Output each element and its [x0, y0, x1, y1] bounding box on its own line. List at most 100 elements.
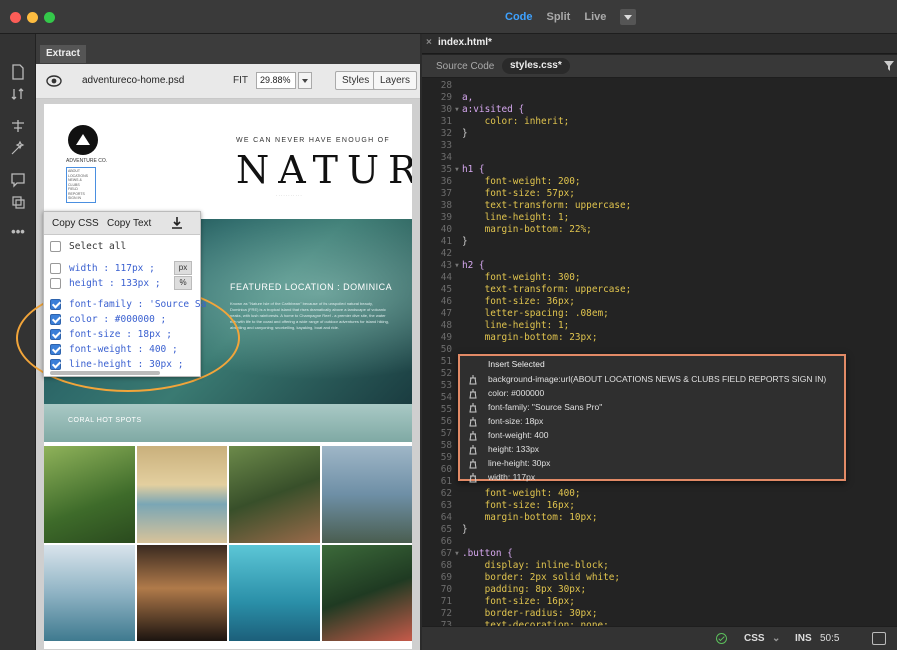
hint-item[interactable]: background-image:url(ABOUT LOCATIONS NEW…	[460, 373, 844, 387]
popup-scrollbar[interactable]	[50, 371, 160, 375]
code-line[interactable]: 61	[422, 476, 462, 488]
code-line[interactable]: 71 font-size: 16px;	[422, 596, 575, 608]
code-line[interactable]: 41 }	[422, 236, 468, 248]
code-line[interactable]: 69 border: 2px solid white;	[422, 572, 620, 584]
code-line[interactable]: 40 margin-bottom: 22%;	[422, 224, 592, 236]
styles-css-tab[interactable]: styles.css*	[502, 58, 570, 74]
zoom-input[interactable]: 29.88%	[256, 72, 296, 89]
fold-arrow-icon[interactable]: ▾	[452, 164, 462, 176]
eye-icon[interactable]	[46, 74, 62, 88]
code-line[interactable]: 42	[422, 248, 462, 260]
close-window-button[interactable]	[10, 12, 21, 23]
property-row[interactable]: height : 133px ;	[50, 276, 161, 291]
more-tools-icon[interactable]: •••	[10, 224, 26, 240]
code-line[interactable]: 38 text-transform: uppercase;	[422, 200, 632, 212]
fold-arrow-icon[interactable]: ▾	[452, 260, 462, 272]
zoom-dropdown-button[interactable]	[298, 72, 312, 89]
code-area[interactable]: 28 29 a, 30 ▾ a:visited {31 color: inherit;…	[422, 78, 897, 626]
code-line[interactable]: 37 font-size: 57px;	[422, 188, 575, 200]
property-checkbox[interactable]	[50, 299, 61, 310]
code-line[interactable]: 49 margin-bottom: 23px;	[422, 332, 598, 344]
copy-css-button[interactable]: Copy CSS	[52, 218, 99, 229]
language-selector[interactable]: CSS	[744, 633, 765, 644]
code-line[interactable]: 72 border-radius: 30px;	[422, 608, 598, 620]
code-line[interactable]: 32 }	[422, 128, 468, 140]
property-checkbox[interactable]	[50, 263, 61, 274]
property-row[interactable]: color : #000000 ;	[50, 312, 166, 327]
hint-item[interactable]: font-size: 18px	[460, 415, 844, 429]
code-line[interactable]: 35 ▾ h1 {	[422, 164, 485, 176]
code-line[interactable]: 57	[422, 428, 462, 440]
code-line[interactable]: 36 font-weight: 200;	[422, 176, 581, 188]
code-line[interactable]: 70 padding: 8px 30px;	[422, 584, 586, 596]
close-tab-icon[interactable]: ×	[426, 37, 432, 48]
hint-item[interactable]: color: #000000	[460, 387, 844, 401]
property-row[interactable]: width : 117px ;	[50, 261, 155, 276]
code-line[interactable]: 39 line-height: 1;	[422, 212, 570, 224]
code-line[interactable]: 28	[422, 80, 462, 92]
code-line[interactable]: 55	[422, 404, 462, 416]
code-line[interactable]: 67 ▾ .button {	[422, 548, 513, 560]
code-line[interactable]: 44 font-weight: 300;	[422, 272, 581, 284]
code-line[interactable]: 47 letter-spacing: .08em;	[422, 308, 609, 320]
insert-mode[interactable]: INS	[795, 633, 812, 644]
code-line[interactable]: 59	[422, 452, 462, 464]
code-line[interactable]: 33	[422, 140, 462, 152]
property-row[interactable]: font-size : 18px ;	[50, 327, 172, 342]
hint-item[interactable]: font-family: "Source Sans Pro"	[460, 401, 844, 415]
styles-button[interactable]: Styles	[335, 71, 377, 90]
layers-button[interactable]: Layers	[373, 71, 418, 90]
code-line[interactable]: 64 margin-bottom: 10px;	[422, 512, 598, 524]
no-errors-icon[interactable]	[716, 633, 727, 644]
new-file-icon[interactable]	[10, 64, 26, 80]
code-line[interactable]: 54	[422, 392, 462, 404]
code-line[interactable]: 50	[422, 344, 462, 356]
sort-arrows-icon[interactable]	[10, 86, 26, 102]
copy-text-button[interactable]: Copy Text	[107, 218, 151, 229]
minimize-window-button[interactable]	[27, 12, 38, 23]
select-all-row[interactable]: Select all	[50, 239, 126, 254]
code-line[interactable]: 56	[422, 416, 462, 428]
download-icon[interactable]	[171, 216, 183, 230]
code-line[interactable]: 46 font-size: 36px;	[422, 296, 575, 308]
code-line[interactable]: 45 text-transform: uppercase;	[422, 284, 632, 296]
filter-icon[interactable]	[884, 61, 894, 71]
unit-percent-button[interactable]: %	[174, 276, 192, 290]
code-line[interactable]: 52	[422, 368, 462, 380]
code-line[interactable]: 58	[422, 440, 462, 452]
code-view-button[interactable]: Code	[505, 11, 533, 23]
property-row[interactable]: font-weight : 400 ;	[50, 342, 178, 357]
snippets-icon[interactable]	[10, 194, 26, 210]
chevron-down-icon[interactable]: ⌄	[772, 633, 780, 644]
code-line[interactable]: 30 ▾ a:visited {	[422, 104, 524, 116]
code-line[interactable]: 60	[422, 464, 462, 476]
code-line[interactable]: 66	[422, 536, 462, 548]
select-all-checkbox[interactable]	[50, 241, 61, 252]
fold-arrow-icon[interactable]: ▾	[452, 104, 462, 116]
live-dropdown-button[interactable]	[620, 9, 637, 25]
wand-icon[interactable]	[10, 140, 26, 156]
code-line[interactable]: 29 a,	[422, 92, 474, 104]
property-checkbox[interactable]	[50, 359, 61, 370]
tab-index-html[interactable]: × index.html*	[426, 37, 492, 52]
code-line[interactable]: 31 color: inherit;	[422, 116, 570, 128]
split-view-button[interactable]: Split	[547, 11, 571, 23]
code-line[interactable]: 68 display: inline-block;	[422, 560, 609, 572]
code-line[interactable]: 65 }	[422, 524, 468, 536]
live-view-button[interactable]: Live	[584, 11, 606, 23]
code-line[interactable]: 51	[422, 356, 462, 368]
hint-item[interactable]: font-weight: 400	[460, 429, 844, 443]
extract-tab[interactable]: Extract	[40, 45, 86, 63]
code-line[interactable]: 62 font-weight: 400;	[422, 488, 581, 500]
fold-arrow-icon[interactable]: ▾	[452, 548, 462, 560]
property-checkbox[interactable]	[50, 314, 61, 325]
preview-icon[interactable]	[872, 632, 886, 645]
code-line[interactable]: 48 line-height: 1;	[422, 320, 570, 332]
align-icon[interactable]	[10, 118, 26, 134]
hint-item[interactable]: height: 133px	[460, 443, 844, 457]
code-line[interactable]: 53	[422, 380, 462, 392]
hint-item[interactable]: line-height: 30px	[460, 457, 844, 471]
hint-item[interactable]: width: 117px	[460, 471, 844, 485]
property-checkbox[interactable]	[50, 329, 61, 340]
property-checkbox[interactable]	[50, 278, 61, 289]
